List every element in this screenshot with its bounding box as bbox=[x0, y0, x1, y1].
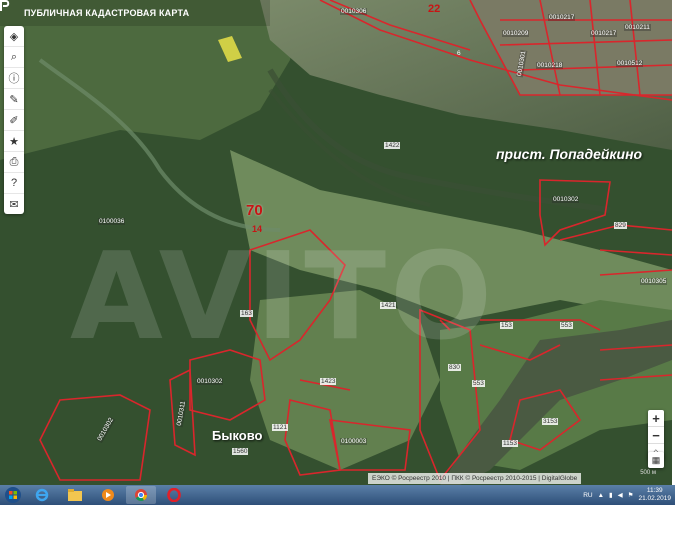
star-icon: ★ bbox=[9, 135, 19, 148]
taskbar-explorer-button[interactable] bbox=[60, 486, 90, 504]
map-label: 0010306 bbox=[340, 8, 368, 15]
map-label: 14 bbox=[252, 224, 263, 234]
screen: AVITO 0010306 22 0010209 0010217 0010217… bbox=[0, 0, 675, 540]
map-toolbar: ◈ ⌕ ⓘ ✎ ✐ ★ ⎙? ✉ bbox=[4, 26, 24, 214]
info-icon: ⓘ bbox=[8, 73, 20, 85]
place-name: прист. Попадейкино bbox=[496, 146, 643, 162]
search-button[interactable]: ⌕ bbox=[4, 47, 24, 68]
map-label: 0010218 bbox=[536, 62, 564, 69]
search-icon: ⌕ bbox=[10, 50, 18, 63]
map-label: 1121 bbox=[272, 424, 288, 431]
star-button[interactable]: ★ bbox=[4, 131, 24, 152]
watermark: AVITO bbox=[70, 228, 497, 367]
clock-time: 11:39 bbox=[646, 487, 663, 494]
map-label: 0010209 bbox=[502, 30, 530, 37]
map-label: 153 bbox=[500, 322, 513, 329]
mail-button[interactable]: ✉ bbox=[4, 194, 24, 214]
map-label: 0100003 bbox=[340, 438, 368, 445]
taskbar-opera-button[interactable] bbox=[159, 486, 189, 504]
taskbar-media-button[interactable] bbox=[93, 486, 123, 504]
media-player-icon bbox=[102, 489, 114, 501]
print-button[interactable]: ⎙ bbox=[4, 152, 24, 173]
map-label: 0010302 bbox=[552, 196, 580, 203]
windows-logo-icon bbox=[5, 487, 21, 503]
chrome-icon bbox=[135, 489, 147, 502]
village-name: Быково bbox=[212, 428, 263, 443]
map-label: 163 bbox=[240, 310, 253, 317]
map-label: 0010217 bbox=[548, 14, 576, 21]
zoom-in-button[interactable]: + bbox=[648, 410, 664, 427]
pencil-button[interactable]: ✎ bbox=[4, 89, 24, 110]
ruler-button[interactable]: ✐ bbox=[4, 110, 24, 131]
clock[interactable]: 11:39 21.02.2019 bbox=[638, 487, 671, 503]
map-label: 553 bbox=[472, 380, 485, 387]
measure-icon[interactable]: ▦ bbox=[648, 452, 664, 468]
layers-button[interactable]: ◈ bbox=[4, 26, 24, 47]
help-icon: ? bbox=[10, 177, 18, 189]
map-label: 22 bbox=[428, 3, 441, 15]
map-label: 829 bbox=[614, 222, 627, 229]
tray-arrow-icon[interactable]: ▲ bbox=[598, 492, 604, 499]
taskbar-chrome-button[interactable] bbox=[126, 486, 156, 504]
internet-explorer-icon bbox=[35, 488, 49, 502]
app-title: ПУБЛИЧНАЯ КАДАСТРОВАЯ КАРТА bbox=[24, 8, 190, 18]
map-label: 0010211 bbox=[624, 24, 651, 31]
map-label: 1153 bbox=[502, 440, 518, 447]
opera-icon bbox=[167, 488, 181, 502]
clock-date: 21.02.2019 bbox=[638, 495, 671, 502]
map-label: 0010512 bbox=[616, 60, 644, 67]
language-indicator[interactable]: RU bbox=[583, 492, 592, 499]
map-label: 553 bbox=[560, 322, 573, 329]
logo-icon bbox=[0, 0, 18, 19]
layers-icon: ◈ bbox=[9, 30, 19, 43]
info-button[interactable]: ⓘ bbox=[4, 68, 24, 89]
scale-bar: 500 м bbox=[640, 470, 656, 476]
map-label: 1422 bbox=[384, 142, 401, 149]
print-icon: ⎙ bbox=[9, 155, 19, 168]
map-label: 1423 bbox=[320, 378, 337, 385]
map-label: 830 bbox=[448, 364, 461, 371]
mail-icon: ✉ bbox=[9, 198, 19, 211]
volume-icon[interactable]: ◀ bbox=[618, 491, 623, 499]
map-label: 0010302 bbox=[196, 378, 224, 385]
attribution: ЕЭКО © Росреестр 2010 | ПКК © Росреестр … bbox=[368, 473, 582, 484]
zoom-out-button[interactable]: − bbox=[648, 427, 664, 444]
folder-icon bbox=[68, 489, 82, 501]
blank-area bbox=[0, 505, 675, 540]
pencil-icon: ✎ bbox=[9, 93, 19, 106]
map-label: 6 bbox=[457, 50, 461, 57]
map-label: 0010305 bbox=[640, 278, 668, 285]
map-label: 1421 bbox=[380, 302, 397, 309]
ruler-icon: ✐ bbox=[9, 114, 19, 127]
network-icon[interactable]: ▮ bbox=[609, 491, 613, 499]
start-button[interactable] bbox=[2, 486, 24, 504]
app-header: ПУБЛИЧНАЯ КАДАСТРОВАЯ КАРТА bbox=[0, 0, 266, 26]
system-tray: RU ▲ ▮ ◀ ⚑ 11:39 21.02.2019 bbox=[583, 485, 671, 505]
map-label: 0010217 bbox=[590, 30, 618, 37]
taskbar-ie-button[interactable] bbox=[27, 486, 57, 504]
map-label: 1560 bbox=[232, 448, 249, 455]
help-button[interactable]: ? bbox=[4, 173, 24, 194]
map-label: 3153 bbox=[542, 418, 559, 425]
map-canvas[interactable]: AVITO 0010306 22 0010209 0010217 0010217… bbox=[0, 0, 672, 485]
quarter-number: 70 bbox=[246, 202, 263, 219]
taskbar: RU ▲ ▮ ◀ ⚑ 11:39 21.02.2019 bbox=[0, 485, 675, 505]
flag-icon[interactable]: ⚑ bbox=[628, 491, 634, 499]
map-label: 0100036 bbox=[98, 218, 126, 225]
